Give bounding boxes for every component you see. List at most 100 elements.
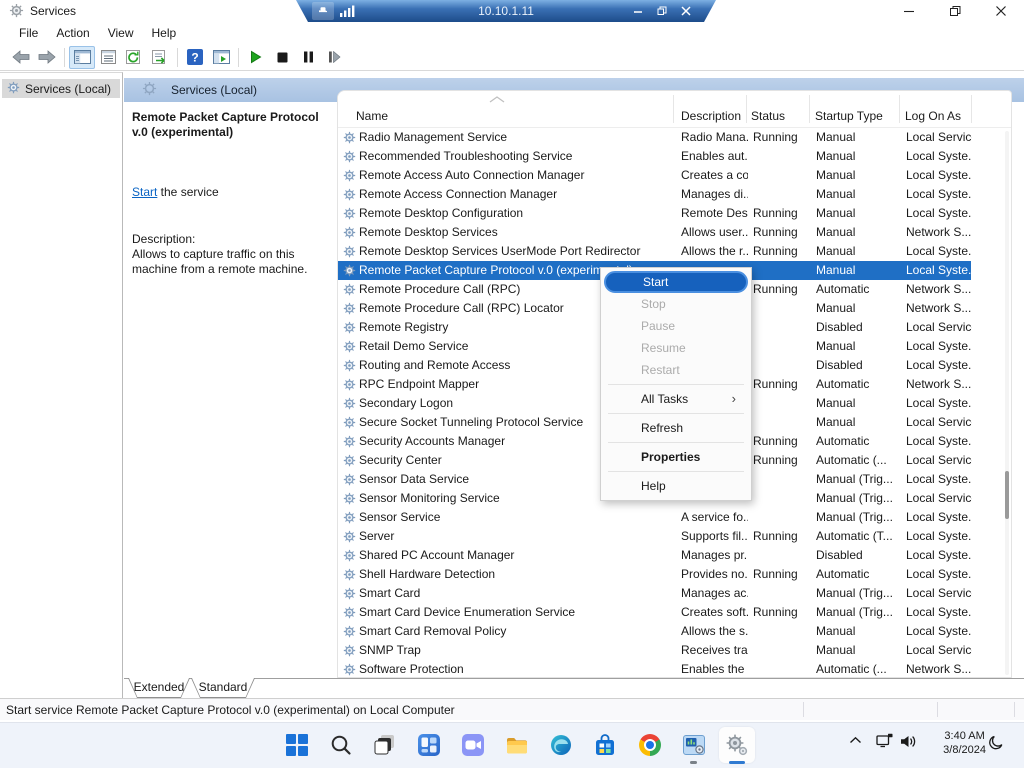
context-menu-item[interactable]: Properties — [604, 446, 748, 468]
context-menu-item[interactable]: Start — [604, 271, 748, 293]
column-divider[interactable] — [673, 95, 674, 123]
new-window-icon[interactable] — [208, 46, 234, 69]
rdp-close-button[interactable] — [674, 0, 698, 22]
menu-item[interactable]: View — [99, 24, 143, 42]
service-row[interactable]: SNMP Trap Receives tra... Manual Local S… — [338, 641, 971, 660]
context-menu-item-label: Resume — [641, 341, 686, 355]
service-row[interactable]: Shared PC Account Manager Manages pr... … — [338, 546, 971, 565]
rdp-restore-button[interactable] — [650, 0, 674, 22]
context-menu-item[interactable]: Resume — [604, 337, 748, 359]
context-menu-item[interactable]: All Tasks — [604, 388, 748, 410]
service-log-on-as: Local Syste... — [906, 470, 972, 489]
window-restore-button[interactable] — [932, 0, 978, 22]
context-menu-item[interactable]: Stop — [604, 293, 748, 315]
tray-clock[interactable]: 3:40 AM 3/8/2024 — [943, 729, 986, 757]
window-minimize-button[interactable] — [886, 0, 932, 22]
menu-item[interactable]: Action — [47, 24, 98, 42]
service-row[interactable]: Smart Card Device Enumeration Service Cr… — [338, 603, 971, 622]
system-tool-icon[interactable] — [682, 733, 706, 757]
column-divider[interactable] — [746, 95, 747, 123]
window-close-button[interactable] — [978, 0, 1024, 22]
tray-night-mode-icon[interactable] — [988, 734, 1005, 751]
service-row[interactable]: Smart Card Manages ac... Manual (Trig...… — [338, 584, 971, 603]
service-log-on-as: Local Service — [906, 489, 972, 508]
pause-service-icon[interactable] — [295, 46, 321, 69]
search-icon[interactable] — [329, 733, 353, 757]
service-row[interactable]: Sensor Service A service fo... Manual (T… — [338, 508, 971, 527]
tab-extended[interactable]: Extended — [128, 678, 190, 698]
show-console-tree-icon[interactable] — [69, 46, 95, 69]
restart-service-icon[interactable] — [321, 46, 347, 69]
service-row[interactable]: Remote Desktop Configuration Remote Des.… — [338, 204, 971, 223]
microsoft-store-icon[interactable] — [593, 733, 617, 757]
service-row[interactable]: Smart Card Removal Policy Allows the s..… — [338, 622, 971, 641]
service-startup-type: Disabled — [816, 546, 902, 565]
context-menu-item[interactable]: Refresh — [604, 417, 748, 439]
column-header-startup-type[interactable]: Startup Type — [815, 109, 883, 123]
start-service-link[interactable]: Start — [132, 185, 157, 199]
description-label: Description: — [132, 232, 195, 246]
vertical-scrollbar[interactable] — [1005, 131, 1009, 675]
tab-standard[interactable]: Standard — [191, 678, 255, 698]
tree-item-services-local[interactable]: Services (Local) — [2, 79, 120, 98]
service-startup-type: Manual (Trig... — [816, 508, 902, 527]
forward-icon[interactable] — [34, 46, 60, 69]
widgets-icon[interactable] — [417, 733, 441, 757]
export-list-icon[interactable] — [147, 46, 173, 69]
service-row[interactable]: Radio Management Service Radio Mana... R… — [338, 128, 971, 147]
column-divider[interactable] — [809, 95, 810, 123]
back-icon[interactable] — [8, 46, 34, 69]
context-menu-item[interactable]: Restart — [604, 359, 748, 381]
tray-chevron-up-icon[interactable] — [849, 736, 862, 745]
service-name: Remote Registry — [359, 318, 448, 337]
rdp-minimize-button[interactable] — [626, 0, 650, 22]
service-startup-type: Automatic — [816, 375, 902, 394]
services-gear-icon — [9, 3, 24, 21]
desktop-screen: Services 10.10.1.11 FileActionViewHelp — [0, 0, 1024, 768]
service-row[interactable]: Shell Hardware Detection Provides no... … — [338, 565, 971, 584]
service-row[interactable]: Remote Access Auto Connection Manager Cr… — [338, 166, 971, 185]
service-row[interactable]: Remote Access Connection Manager Manages… — [338, 185, 971, 204]
help-icon[interactable]: ? — [182, 46, 208, 69]
service-name: Security Center — [359, 451, 442, 470]
service-log-on-as: Local Syste... — [906, 432, 972, 451]
refresh-icon[interactable] — [121, 46, 147, 69]
menu-item[interactable]: File — [10, 24, 47, 42]
service-gear-icon — [7, 81, 20, 97]
tray-network-icon[interactable] — [876, 733, 894, 749]
service-startup-type: Automatic — [816, 432, 902, 451]
scrollbar-thumb[interactable] — [1005, 471, 1009, 519]
column-header-status[interactable]: Status — [751, 109, 785, 123]
column-divider[interactable] — [899, 95, 900, 123]
service-row[interactable]: Remote Desktop Services Allows user... R… — [338, 223, 971, 242]
service-row[interactable]: Server Supports fil... Running Automatic… — [338, 527, 971, 546]
service-row[interactable]: Remote Desktop Services UserMode Port Re… — [338, 242, 971, 261]
column-header-description[interactable]: Description — [681, 109, 741, 123]
tray-volume-icon[interactable] — [900, 734, 917, 749]
status-bar-text: Start service Remote Packet Capture Prot… — [6, 703, 455, 717]
column-header-name[interactable]: Name — [356, 109, 388, 123]
service-row[interactable]: Recommended Troubleshooting Service Enab… — [338, 147, 971, 166]
service-gear-icon — [343, 264, 356, 277]
context-menu-item[interactable]: Pause — [604, 315, 748, 337]
service-gear-icon — [343, 587, 356, 600]
start-service-icon[interactable] — [243, 46, 269, 69]
chat-icon[interactable] — [461, 733, 485, 757]
stop-service-icon[interactable] — [269, 46, 295, 69]
services-console-icon[interactable] — [725, 733, 749, 757]
chrome-icon[interactable] — [638, 733, 662, 757]
task-view-icon[interactable] — [373, 733, 397, 757]
menu-item[interactable]: Help — [143, 24, 186, 42]
column-divider[interactable] — [971, 95, 972, 123]
service-log-on-as: Local Service — [906, 641, 972, 660]
context-menu-item[interactable]: Help — [604, 475, 748, 497]
start-button[interactable] — [285, 733, 309, 757]
file-explorer-icon[interactable] — [505, 733, 529, 757]
status-bar-divider — [1014, 702, 1015, 717]
service-row[interactable]: Software Protection Enables the ... Auto… — [338, 660, 971, 678]
edge-icon[interactable] — [549, 733, 573, 757]
service-log-on-as: Local Syste... — [906, 261, 972, 280]
column-header-log-on-as[interactable]: Log On As — [905, 109, 961, 123]
properties-list-icon[interactable] — [95, 46, 121, 69]
context-menu: Start Stop Pause Resume Restart — [600, 267, 752, 501]
